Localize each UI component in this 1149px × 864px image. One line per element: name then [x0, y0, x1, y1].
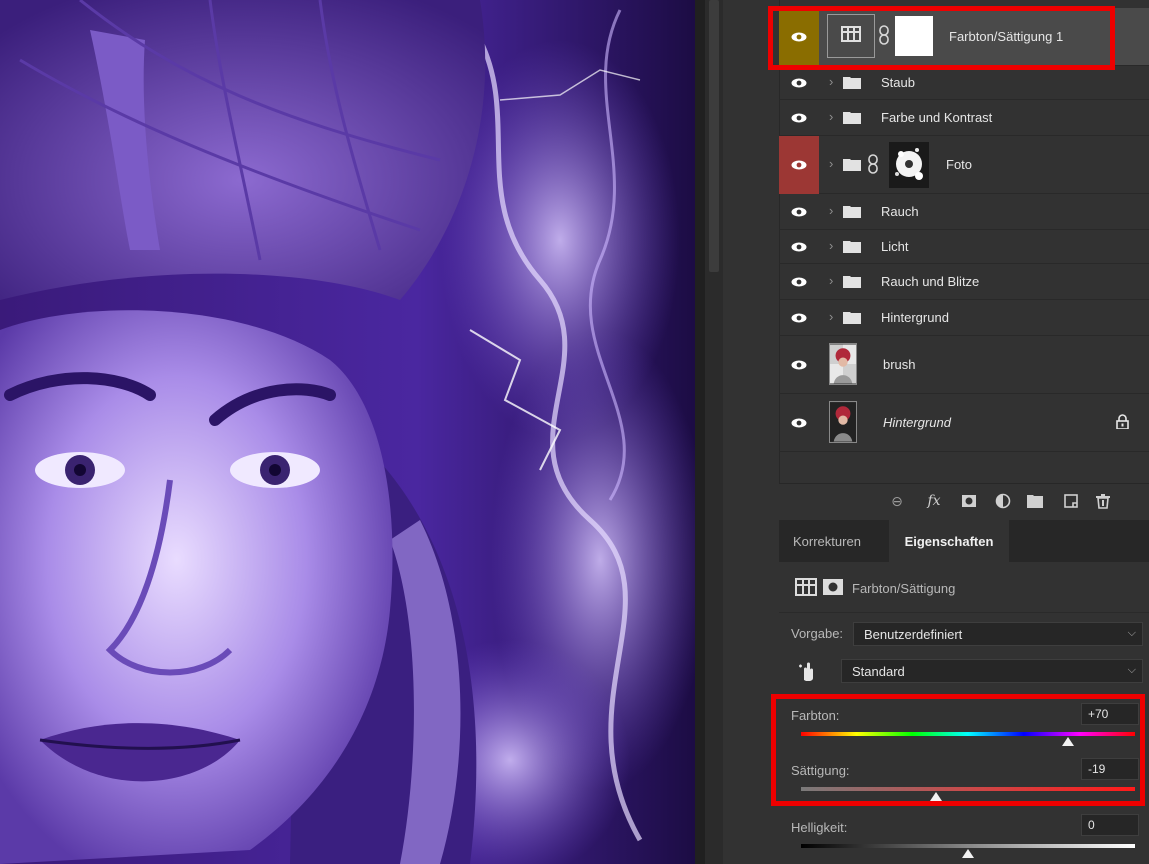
chain-link-icon	[868, 154, 878, 174]
layer-name: Farbe und Kontrast	[881, 110, 993, 125]
link-icon[interactable]: ⊖	[887, 493, 907, 509]
vorgabe-label: Vorgabe:	[791, 626, 844, 641]
layer-row-rauch[interactable]: › Rauch	[779, 194, 1149, 230]
eye-icon	[791, 207, 807, 217]
layer-thumbnail	[829, 401, 857, 443]
lightness-slider-handle[interactable]	[962, 849, 974, 858]
scrollbar-thumb[interactable]	[709, 0, 719, 272]
chevron-down-icon: ⌵	[1127, 627, 1136, 639]
document-canvas[interactable]	[0, 0, 695, 864]
properties-title: Farbton/Sättigung	[852, 581, 956, 596]
mask-icon[interactable]	[961, 493, 977, 509]
layers-panel: Farbton/Sättigung 1 › Staub › Farbe und …	[723, 0, 1149, 864]
layer-name: Rauch	[881, 204, 919, 219]
visibility-toggle[interactable]	[779, 194, 819, 230]
channel-dropdown[interactable]: Standard ⌵	[841, 659, 1143, 683]
expand-chevron-icon[interactable]: ›	[829, 273, 833, 288]
layer-row-hintergrund-group[interactable]: › Hintergrund	[779, 300, 1149, 336]
layer-name: Hintergrund	[883, 415, 951, 430]
new-layer-icon[interactable]	[1063, 493, 1079, 509]
expand-chevron-icon[interactable]: ›	[829, 238, 833, 253]
properties-tab-bar: Korrekturen Eigenschaften	[779, 520, 1149, 562]
canvas-frame-gap	[695, 0, 705, 864]
chevron-down-icon: ⌵	[1127, 664, 1136, 676]
folder-icon	[843, 206, 861, 218]
panel-separator	[779, 612, 1149, 613]
trash-icon[interactable]	[1095, 493, 1111, 509]
tab-label: Korrekturen	[793, 533, 861, 549]
layer-row-foto[interactable]: › Foto	[779, 136, 1149, 194]
lightness-value: 0	[1088, 818, 1095, 832]
layer-row-farbe-und-kontrast[interactable]: › Farbe und Kontrast	[779, 100, 1149, 136]
layers-panel-footer: ⊖ fx	[779, 483, 1149, 518]
eye-icon	[791, 418, 807, 428]
expand-chevron-icon[interactable]: ›	[829, 156, 833, 171]
folder-icon	[843, 77, 861, 89]
layer-mask-thumbnail[interactable]	[889, 142, 929, 188]
vorgabe-dropdown[interactable]: Benutzerdefiniert ⌵	[853, 622, 1143, 646]
layer-row-brush[interactable]: brush	[779, 336, 1149, 394]
visibility-toggle[interactable]	[779, 336, 819, 394]
eye-icon	[791, 277, 807, 287]
expand-chevron-icon[interactable]: ›	[829, 203, 833, 218]
eye-icon	[791, 113, 807, 123]
layer-row-rauch-und-blitze[interactable]: › Rauch und Blitze	[779, 264, 1149, 300]
highlight-box-adjustment-layer	[768, 6, 1115, 70]
folder-icon	[843, 241, 861, 253]
folder-icon	[843, 312, 861, 324]
targeted-adjustment-hand-icon[interactable]	[797, 660, 819, 682]
eye-icon	[791, 242, 807, 252]
visibility-toggle[interactable]	[779, 66, 819, 100]
tab-eigenschaften[interactable]: Eigenschaften	[889, 520, 1009, 562]
hue-saturation-icon	[795, 578, 817, 596]
vorgabe-value: Benutzerdefiniert	[864, 626, 963, 642]
visibility-toggle[interactable]	[779, 136, 819, 194]
eye-icon	[791, 78, 807, 88]
folder-icon[interactable]	[1027, 493, 1043, 509]
visibility-toggle[interactable]	[779, 394, 819, 452]
tab-korrekturen[interactable]: Korrekturen	[793, 520, 861, 562]
layer-name: Foto	[946, 157, 973, 172]
mask-icon[interactable]	[823, 579, 843, 595]
layer-thumbnail	[829, 343, 857, 385]
layer-name: Licht	[881, 239, 909, 254]
expand-chevron-icon[interactable]: ›	[829, 74, 833, 89]
visibility-toggle[interactable]	[779, 300, 819, 336]
tab-label: Eigenschaften	[904, 533, 994, 549]
layer-row-staub[interactable]: › Staub	[779, 66, 1149, 100]
folder-icon	[843, 159, 861, 171]
expand-chevron-icon[interactable]: ›	[829, 309, 833, 324]
channel-value: Standard	[852, 663, 905, 679]
lock-icon	[1116, 414, 1129, 429]
layer-name: Rauch und Blitze	[881, 274, 980, 289]
layer-name: Staub	[881, 75, 915, 90]
visibility-toggle[interactable]	[779, 100, 819, 136]
highlight-box-sliders	[771, 694, 1145, 806]
eye-icon	[791, 160, 807, 170]
photo-artwork	[0, 0, 695, 864]
lightness-value-field[interactable]: 0	[1081, 814, 1139, 836]
eye-icon	[791, 313, 807, 323]
folder-icon	[843, 276, 861, 288]
lightness-slider-track[interactable]	[801, 844, 1135, 848]
eye-icon	[791, 360, 807, 370]
fx-icon[interactable]: fx	[923, 493, 945, 509]
adjustment-icon[interactable]	[995, 493, 1011, 509]
layer-row-hintergrund-background[interactable]: Hintergrund	[779, 394, 1149, 452]
canvas-vertical-scrollbar[interactable]	[705, 0, 723, 864]
lightness-label: Helligkeit:	[791, 820, 848, 835]
expand-chevron-icon[interactable]: ›	[829, 109, 833, 124]
folder-icon	[843, 112, 861, 124]
visibility-toggle[interactable]	[779, 264, 819, 300]
layer-row-licht[interactable]: › Licht	[779, 230, 1149, 264]
layer-name: Hintergrund	[881, 310, 949, 325]
layer-name: brush	[883, 357, 916, 372]
visibility-toggle[interactable]	[779, 230, 819, 264]
